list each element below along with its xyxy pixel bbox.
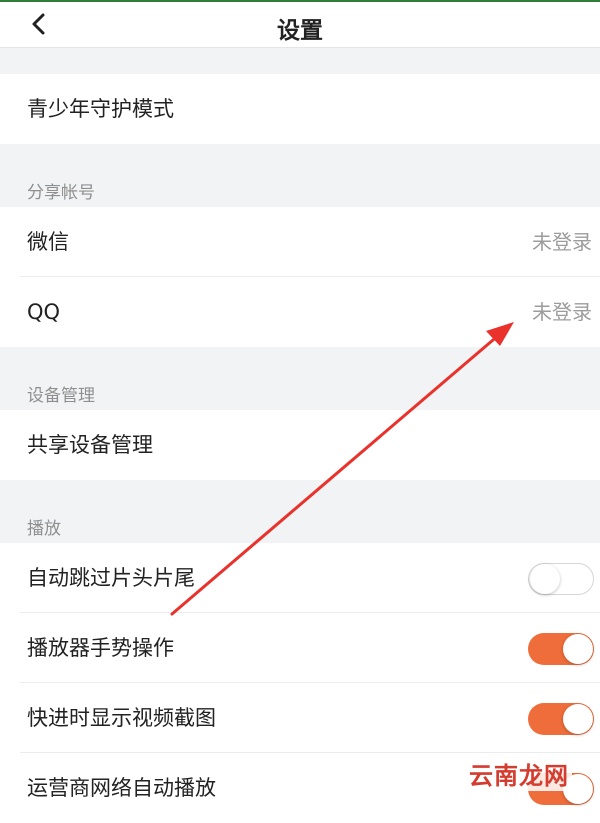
teen-mode-section: 青少年守护模式 [0,74,600,144]
share-accounts-header: 分享帐号 [27,183,95,203]
seek-preview-row: 快进时显示视频截图 [0,683,600,753]
header-bar: 设置 [0,2,600,48]
qq-status: 未登录 [532,300,592,324]
gesture-toggle[interactable] [528,633,594,665]
shared-device-row[interactable]: 共享设备管理 [0,410,600,480]
toggle-knob [563,634,593,664]
watermark: 云南龙网 [466,756,572,791]
auto-skip-toggle[interactable] [528,563,594,595]
playback-header: 播放 [27,519,61,539]
toggle-knob [530,564,560,594]
auto-skip-row: 自动跳过片头片尾 [0,543,600,613]
teen-mode-row[interactable]: 青少年守护模式 [0,74,600,144]
device-header: 设备管理 [27,386,95,406]
page-title: 设置 [277,18,323,44]
teen-mode-label: 青少年守护模式 [27,97,174,121]
wechat-status: 未登录 [532,230,592,254]
qq-label: QQ [27,300,61,324]
gesture-label: 播放器手势操作 [27,636,174,660]
share-account-row-wechat[interactable]: 微信 未登录 [0,207,600,277]
shared-device-label: 共享设备管理 [27,433,153,457]
wechat-label: 微信 [27,230,69,254]
seek-preview-label: 快进时显示视频截图 [27,706,216,730]
device-section: 共享设备管理 [0,410,600,480]
toggle-knob [563,704,593,734]
auto-skip-label: 自动跳过片头片尾 [27,566,195,590]
share-accounts-section: 微信 未登录 QQ 未登录 [0,207,600,347]
seek-preview-toggle[interactable] [528,703,594,735]
gesture-row: 播放器手势操作 [0,613,600,683]
cellular-autoplay-label: 运营商网络自动播放 [27,776,216,800]
share-account-row-qq[interactable]: QQ 未登录 [0,277,600,347]
